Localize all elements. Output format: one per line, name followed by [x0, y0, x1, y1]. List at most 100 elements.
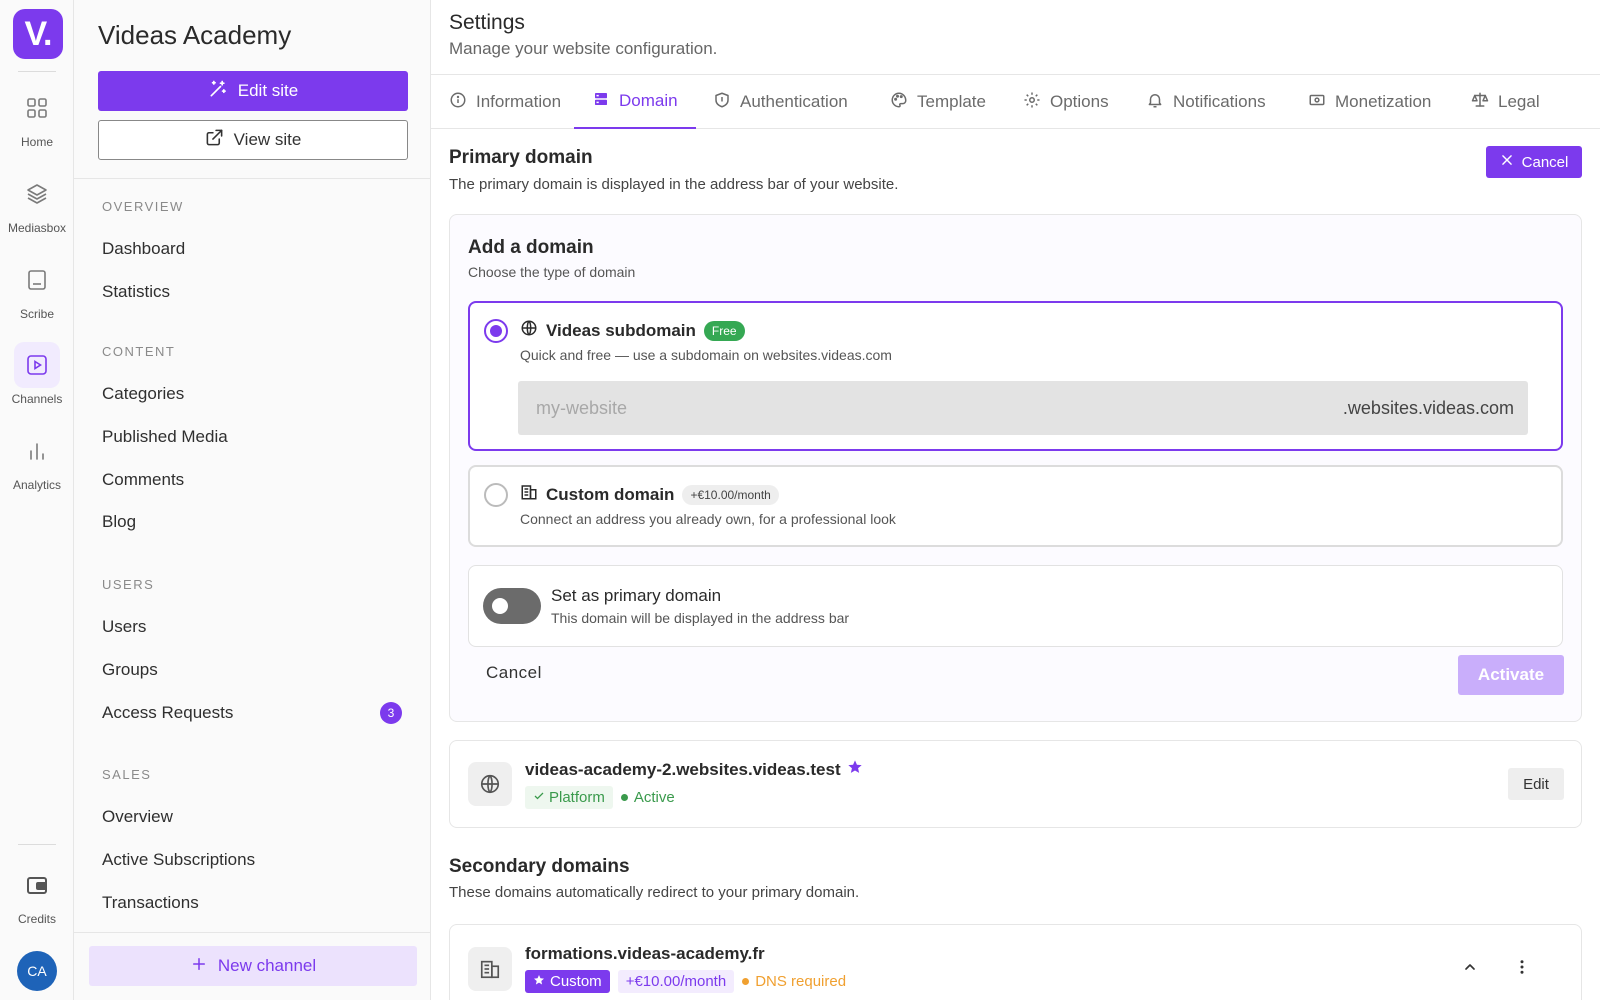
tab-label: Legal: [1498, 92, 1540, 111]
domain-name: videas-academy-2.websites.videas.test: [525, 759, 863, 780]
rail-label: Mediasbox: [7, 221, 67, 235]
rail-label: Channels: [11, 392, 63, 406]
tab-label: Notifications: [1173, 92, 1266, 111]
platform-tag-label: Platform: [549, 789, 605, 806]
section-label-users: USERS: [102, 577, 155, 592]
bell-icon: [1146, 91, 1164, 114]
new-channel-button[interactable]: New channel: [89, 946, 417, 986]
toggle-title: Set as primary domain: [551, 586, 722, 605]
activate-button[interactable]: Activate: [1458, 655, 1564, 695]
page-subtitle: Manage your website configuration.: [449, 39, 718, 58]
gear-icon: [1023, 91, 1041, 114]
platform-tag: Platform: [525, 786, 613, 809]
sidebar-item-label: Groups: [102, 660, 158, 679]
shield-icon: [713, 91, 731, 114]
add-domain-title: Add a domain: [468, 237, 594, 258]
rail-divider: [18, 844, 56, 845]
rail-item-credits[interactable]: Credits: [0, 862, 74, 926]
sidebar-item-label: Comments: [102, 470, 185, 489]
view-site-label: View site: [233, 130, 302, 149]
sidebar-divider: [74, 178, 430, 179]
globe-icon: [520, 319, 538, 342]
subdomain-input[interactable]: my-website .websites.videas.com: [518, 381, 1528, 435]
edit-domain-button[interactable]: Edit: [1508, 768, 1564, 800]
rail-item-analytics[interactable]: Analytics: [0, 428, 74, 492]
primary-domain-toggle[interactable]: [483, 588, 541, 624]
sidebar-item-label: Transactions: [102, 893, 199, 912]
rail-divider: [18, 71, 56, 72]
rail-label: Analytics: [12, 478, 62, 492]
sidebar-item-categories[interactable]: Categories: [102, 384, 402, 404]
section-label-overview: OVERVIEW: [102, 199, 184, 214]
rail-item-mediasbox[interactable]: Mediasbox: [0, 171, 74, 235]
sidebar-item-label: Overview: [102, 807, 173, 826]
domain-name-text: videas-academy-2.websites.videas.test: [525, 759, 841, 779]
cancel-add-button[interactable]: Cancel: [486, 663, 542, 683]
app-logo[interactable]: V.: [13, 9, 63, 59]
grid-icon: [14, 85, 60, 131]
view-site-button[interactable]: View site: [98, 120, 408, 160]
sidebar-item-access-requests[interactable]: Access Requests 3: [102, 702, 402, 724]
cancel-button[interactable]: Cancel: [1486, 146, 1582, 178]
custom-domain-radio[interactable]: [484, 483, 508, 507]
tab-label: Template: [917, 92, 986, 111]
tab-notifications[interactable]: Notifications: [1146, 75, 1266, 129]
option-videas-subdomain[interactable]: Videas subdomain Free Quick and free — u…: [468, 301, 1563, 451]
add-domain-subtitle: Choose the type of domain: [468, 264, 636, 280]
chevron-up-icon[interactable]: [1458, 955, 1482, 979]
rail-item-scribe[interactable]: Scribe: [0, 257, 74, 321]
play-icon: [14, 342, 60, 388]
info-icon: [449, 91, 467, 114]
sidebar-item-users[interactable]: Users: [102, 617, 402, 637]
sidebar-item-groups[interactable]: Groups: [102, 660, 402, 680]
sidebar: Videas Academy Edit site View site OVERV…: [74, 0, 431, 1000]
sidebar-item-published-media[interactable]: Published Media: [102, 427, 402, 447]
settings-tabs: Information Domain Authentication Templa…: [431, 74, 1600, 129]
option-custom-domain[interactable]: Custom domain +€10.00/month Connect an a…: [468, 465, 1563, 547]
tab-authentication[interactable]: Authentication: [713, 75, 848, 129]
more-vertical-icon[interactable]: [1510, 955, 1534, 979]
subdomain-suffix: .websites.videas.com: [1342, 397, 1514, 418]
tab-label: Options: [1050, 92, 1109, 111]
option-title: Custom domain: [546, 484, 675, 504]
sidebar-item-label: Blog: [102, 512, 137, 531]
page-title: Settings: [449, 11, 525, 34]
avatar[interactable]: CA: [17, 951, 57, 991]
sidebar-item-statistics[interactable]: Statistics: [102, 282, 402, 302]
sidebar-item-blog[interactable]: Blog: [102, 512, 402, 532]
tab-options[interactable]: Options: [1023, 75, 1109, 129]
tab-legal[interactable]: Legal: [1471, 75, 1540, 129]
new-channel-label: New channel: [217, 956, 317, 975]
edit-site-label: Edit site: [237, 81, 299, 100]
check-icon: [533, 789, 545, 806]
rail-item-home[interactable]: Home: [0, 85, 74, 149]
subdomain-radio[interactable]: [484, 319, 508, 343]
sidebar-item-comments[interactable]: Comments: [102, 470, 402, 490]
custom-tag: Custom: [525, 970, 610, 993]
edit-site-button[interactable]: Edit site: [98, 71, 408, 111]
tab-monetization[interactable]: Monetization: [1308, 75, 1431, 129]
sidebar-item-dashboard[interactable]: Dashboard: [102, 239, 402, 259]
cancel-label: Cancel: [1521, 153, 1569, 171]
rail-item-channels[interactable]: Channels: [0, 342, 74, 406]
tab-label: Authentication: [740, 92, 848, 111]
tab-label: Information: [476, 92, 562, 111]
layers-icon: [14, 171, 60, 217]
tab-domain[interactable]: Domain: [574, 75, 696, 129]
tab-label: Domain: [619, 91, 678, 110]
rail-label: Home: [20, 135, 53, 149]
status-label: DNS required: [755, 973, 847, 990]
option-title: Videas subdomain: [546, 320, 696, 340]
sidebar-item-transactions[interactable]: Transactions: [102, 893, 402, 913]
rail-label: Credits: [17, 912, 56, 926]
sidebar-item-label: Users: [102, 617, 147, 636]
free-badge: Free: [703, 320, 745, 341]
tab-information[interactable]: Information: [449, 75, 561, 129]
secondary-domains-description: These domains automatically redirect to …: [449, 884, 860, 901]
sidebar-item-active-subscriptions[interactable]: Active Subscriptions: [102, 850, 402, 870]
domain-name: formations.videas-academy.fr: [525, 944, 765, 964]
sidebar-item-sales-overview[interactable]: Overview: [102, 807, 402, 827]
tab-template[interactable]: Template: [890, 75, 986, 129]
status-badge: Active: [620, 789, 675, 806]
secondary-domain-card: formations.videas-academy.fr Custom +€10…: [449, 924, 1582, 1000]
